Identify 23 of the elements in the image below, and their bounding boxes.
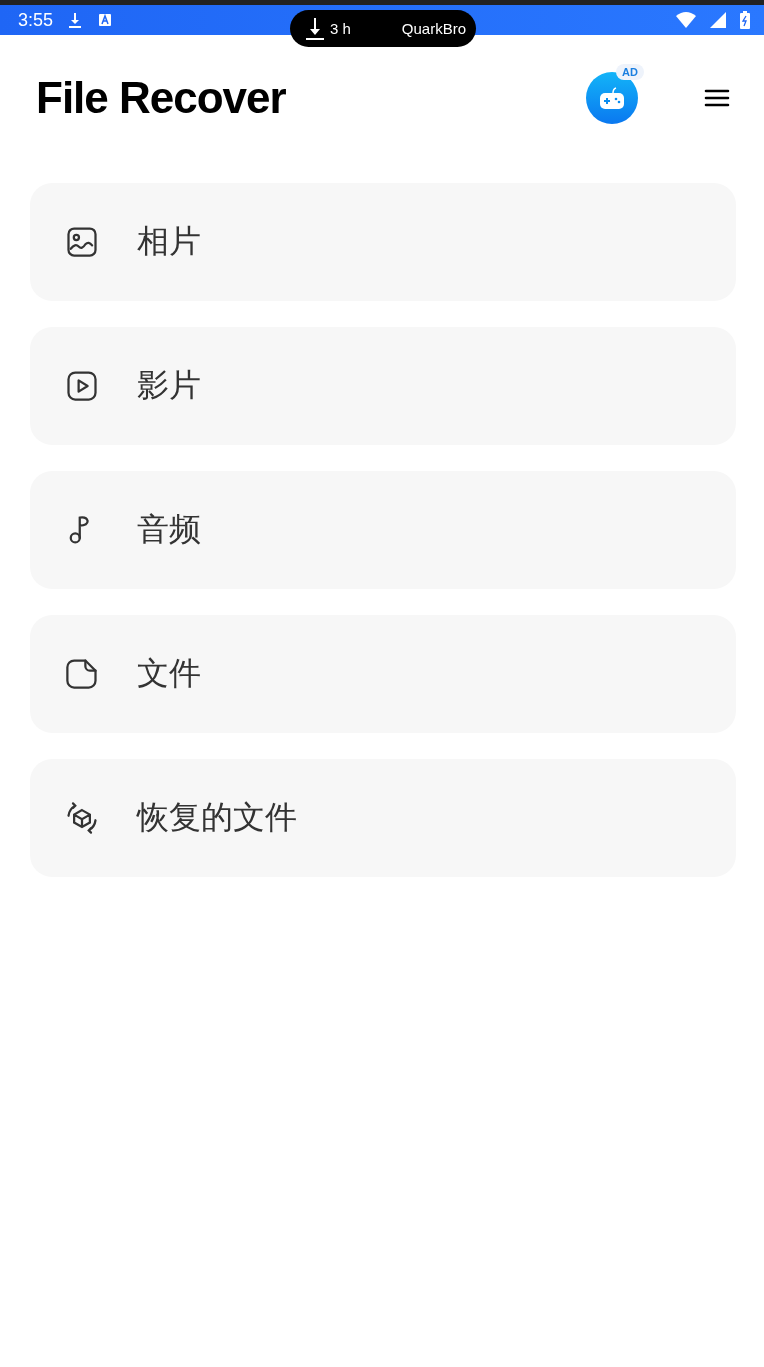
wifi-icon — [676, 12, 696, 28]
download-icon — [306, 17, 324, 40]
app-title: File Recover — [36, 73, 286, 123]
document-icon — [64, 656, 100, 692]
category-item[interactable]: 文件 — [30, 615, 736, 733]
ad-badge: AD — [616, 64, 644, 80]
download-icon — [67, 12, 84, 28]
category-item[interactable]: 影片 — [30, 327, 736, 445]
download-duration: 3 h — [330, 20, 351, 37]
play-icon — [64, 368, 100, 404]
image-icon — [64, 224, 100, 260]
cube-icon — [64, 800, 100, 836]
gamepad-icon — [599, 85, 625, 111]
category-item[interactable]: 相片 — [30, 183, 736, 301]
status-time: 3:55 — [18, 9, 54, 31]
app-notification-icon — [97, 12, 114, 28]
download-pill[interactable]: 3 h QuarkBro — [290, 10, 476, 47]
category-item[interactable]: 恢复的文件 — [30, 759, 736, 877]
category-item[interactable]: 音频 — [30, 471, 736, 589]
download-app-name: QuarkBro — [401, 20, 466, 37]
menu-icon[interactable] — [704, 88, 730, 108]
signal-icon — [710, 12, 726, 28]
battery-icon — [740, 11, 750, 29]
